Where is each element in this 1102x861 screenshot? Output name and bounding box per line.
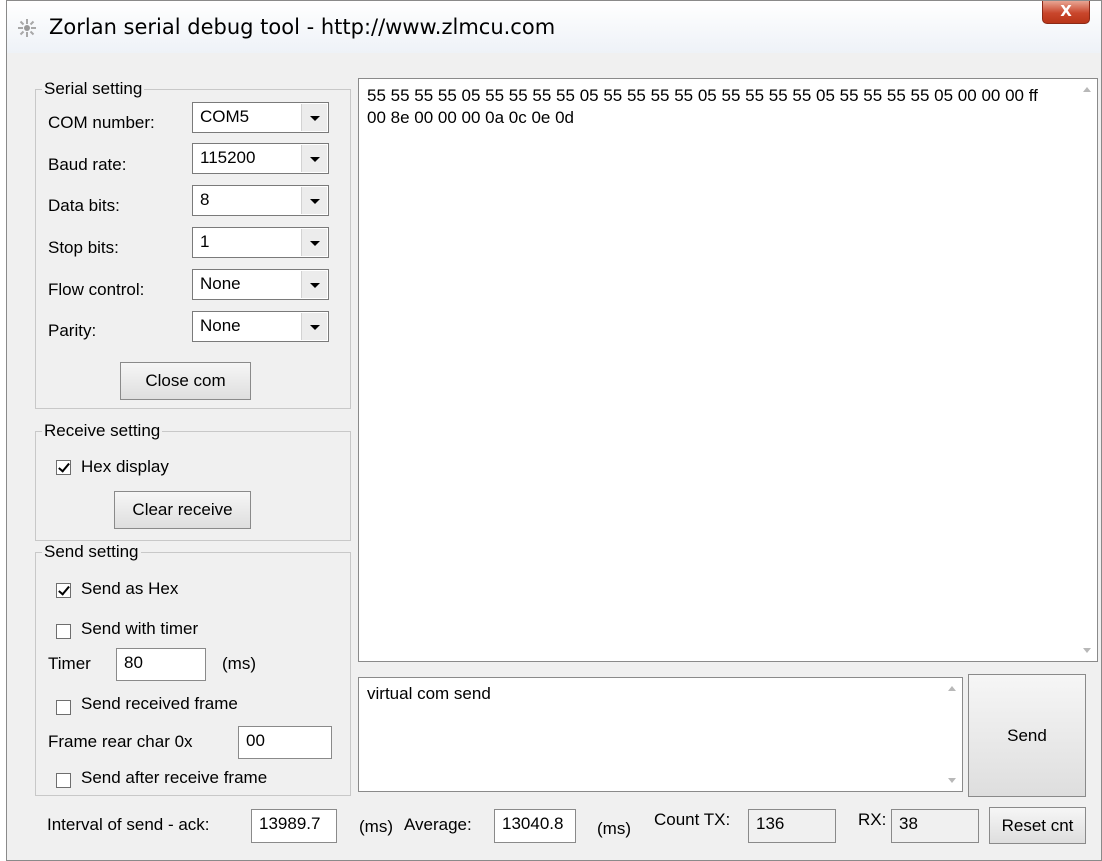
- flow-control-value: None: [200, 274, 241, 293]
- average-value-field: 13040.8: [494, 809, 576, 843]
- hex-display-label[interactable]: Hex display: [81, 457, 169, 477]
- stop-bits-value: 1: [200, 232, 210, 251]
- close-com-button[interactable]: Close com: [120, 362, 251, 400]
- stop-bits-select[interactable]: 1: [192, 227, 329, 258]
- chevron-down-icon[interactable]: [301, 229, 327, 256]
- ms-label-2: (ms): [597, 819, 631, 838]
- frame-rear-value: 00: [246, 731, 265, 750]
- ms-label-1: (ms): [359, 817, 393, 836]
- flow-control-select[interactable]: None: [192, 269, 329, 300]
- rx-value: 38: [899, 814, 918, 833]
- send-text: virtual com send: [367, 684, 491, 703]
- serial-setting-group: Serial setting COM number: COM5 Baud rat…: [35, 79, 351, 409]
- reset-count-button[interactable]: Reset cnt: [989, 807, 1086, 844]
- serial-setting-label: Serial setting: [42, 79, 145, 99]
- chevron-down-icon[interactable]: [301, 271, 327, 298]
- interval-value: 13989.7: [259, 814, 321, 833]
- timer-input[interactable]: 80: [116, 648, 206, 681]
- clear-receive-button[interactable]: Clear receive: [114, 491, 251, 529]
- send-button[interactable]: Send: [968, 674, 1086, 797]
- count-tx-label: Count TX:: [654, 810, 731, 829]
- receive-text: 55 55 55 55 05 55 55 55 55 05 55 55 55 5…: [367, 86, 1038, 127]
- average-value: 13040.8: [502, 814, 564, 833]
- average-label: Average:: [404, 815, 472, 834]
- send-after-receive-checkbox[interactable]: [56, 773, 71, 788]
- receive-textarea[interactable]: 55 55 55 55 05 55 55 55 55 05 55 55 55 5…: [358, 78, 1098, 662]
- send-scrollbar[interactable]: [943, 678, 962, 791]
- chevron-down-icon[interactable]: [301, 145, 327, 172]
- data-bits-label: Data bits:: [48, 196, 120, 215]
- receive-setting-group: Receive setting Hex display Clear receiv…: [35, 421, 351, 541]
- baud-rate-value: 115200: [200, 148, 256, 167]
- data-bits-value: 8: [200, 190, 210, 209]
- baud-rate-select[interactable]: 115200: [192, 143, 329, 174]
- frame-rear-input[interactable]: 00: [238, 726, 332, 759]
- send-received-frame-label[interactable]: Send received frame: [81, 694, 238, 714]
- interval-value-field: 13989.7: [251, 809, 337, 843]
- send-as-hex-checkbox[interactable]: [56, 583, 71, 598]
- send-with-timer-checkbox[interactable]: [56, 624, 71, 639]
- title-bar[interactable]: Zorlan serial debug tool - http://www.zl…: [7, 1, 1101, 53]
- send-with-timer-label[interactable]: Send with timer: [81, 619, 198, 639]
- stop-bits-label: Stop bits:: [48, 238, 119, 257]
- send-textarea[interactable]: virtual com send: [358, 677, 963, 792]
- send-setting-label: Send setting: [42, 542, 141, 562]
- count-tx-value: 136: [756, 814, 785, 833]
- chevron-down-icon[interactable]: [301, 313, 327, 340]
- receive-scrollbar[interactable]: [1078, 79, 1097, 661]
- app-icon: [18, 19, 36, 37]
- close-icon: X: [1060, 2, 1072, 20]
- scroll-down-icon[interactable]: [1083, 648, 1091, 653]
- count-tx-field: 136: [748, 809, 836, 843]
- receive-setting-label: Receive setting: [42, 421, 163, 441]
- scroll-up-icon[interactable]: [1083, 87, 1091, 92]
- send-setting-group: Send setting Send as Hex Send with timer…: [35, 542, 351, 796]
- flow-control-label: Flow control:: [48, 280, 145, 299]
- parity-select[interactable]: None: [192, 311, 329, 342]
- chevron-down-icon[interactable]: [301, 104, 327, 131]
- send-after-receive-label[interactable]: Send after receive frame: [81, 768, 267, 788]
- com-number-label: COM number:: [48, 113, 155, 132]
- com-number-value: COM5: [200, 107, 250, 126]
- chevron-down-icon[interactable]: [301, 187, 327, 214]
- app-window: Zorlan serial debug tool - http://www.zl…: [6, 0, 1102, 861]
- send-as-hex-label[interactable]: Send as Hex: [81, 579, 178, 599]
- rx-label: RX:: [858, 810, 887, 829]
- close-button[interactable]: X: [1042, 1, 1090, 24]
- com-number-select[interactable]: COM5: [192, 102, 329, 133]
- rx-field: 38: [891, 809, 979, 843]
- interval-label: Interval of send - ack:: [47, 815, 210, 834]
- timer-value: 80: [124, 653, 143, 672]
- scroll-up-icon[interactable]: [948, 686, 956, 691]
- hex-display-checkbox[interactable]: [56, 460, 71, 475]
- timer-unit-label: (ms): [222, 654, 256, 673]
- frame-rear-label: Frame rear char 0x: [48, 732, 193, 751]
- baud-rate-label: Baud rate:: [48, 155, 127, 174]
- timer-label: Timer: [48, 654, 91, 673]
- scroll-down-icon[interactable]: [948, 778, 956, 783]
- parity-value: None: [200, 316, 241, 335]
- window-title: Zorlan serial debug tool - http://www.zl…: [49, 15, 556, 39]
- parity-label: Parity:: [48, 321, 97, 340]
- send-received-frame-checkbox[interactable]: [56, 700, 71, 715]
- data-bits-select[interactable]: 8: [192, 185, 329, 216]
